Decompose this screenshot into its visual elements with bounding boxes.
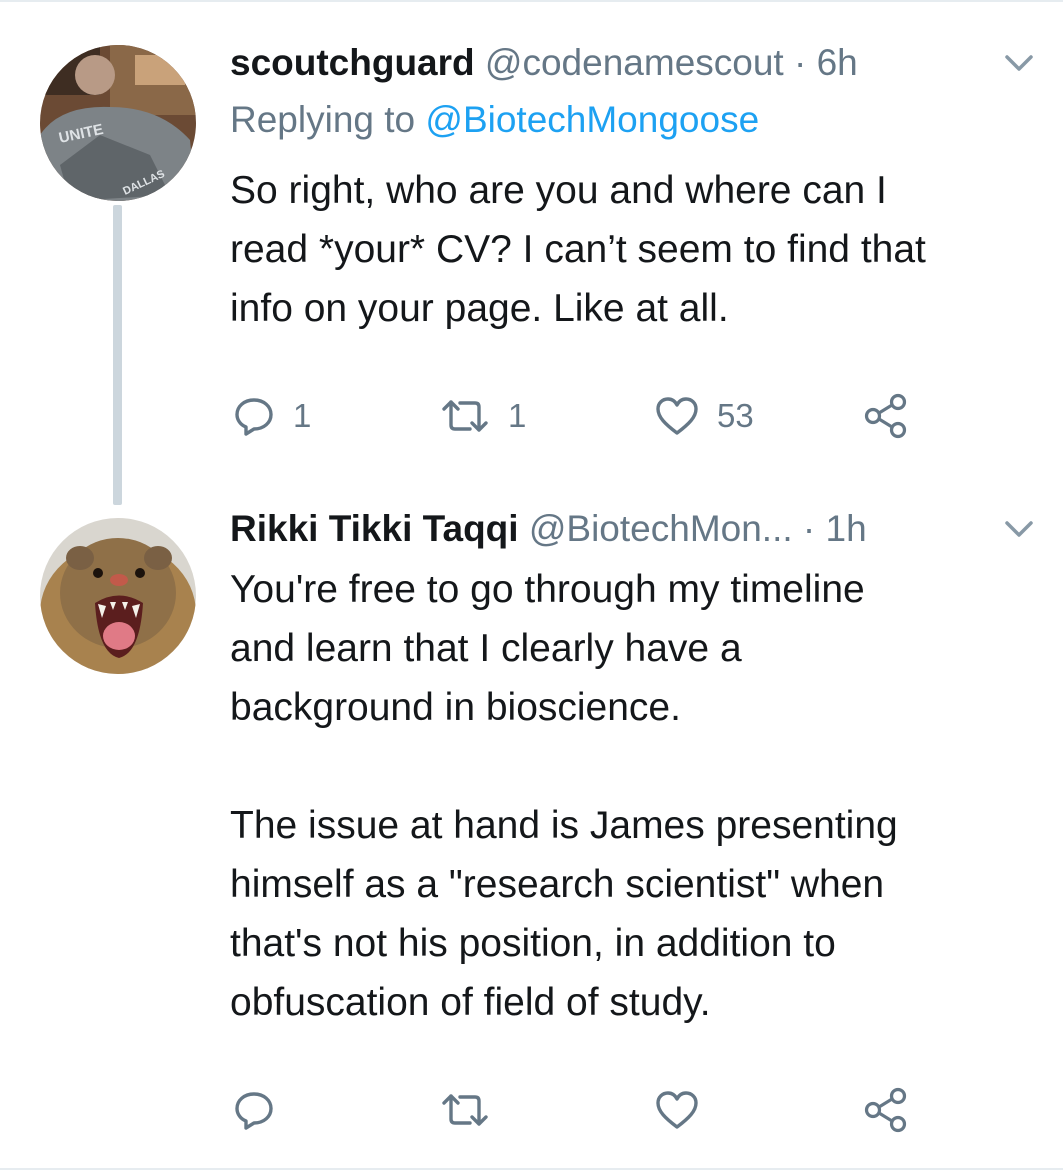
reply-count: 1 (293, 397, 312, 434)
thread-line (113, 205, 122, 505)
like-icon (655, 1089, 699, 1131)
share-icon (863, 1087, 909, 1133)
share-icon (863, 393, 909, 439)
share-button[interactable] (863, 1085, 909, 1135)
like-count: 53 (717, 397, 754, 434)
like-button[interactable]: 53 (655, 391, 754, 441)
reply-icon (233, 1089, 275, 1131)
handle[interactable]: @codenamescout (485, 42, 784, 83)
tweet-actions (230, 1085, 1030, 1135)
separator: · (802, 508, 816, 549)
separator: · (794, 42, 807, 83)
retweet-button[interactable]: 1 (440, 391, 526, 441)
retweet-icon (440, 395, 490, 437)
bottom-divider (0, 1168, 1063, 1170)
like-icon (655, 395, 699, 437)
replying-to: Replying to @BiotechMongoose (230, 95, 759, 145)
tweet-header: scoutchguard @codenamescout · 6h (230, 38, 1030, 88)
chevron-down-icon[interactable] (1002, 514, 1036, 544)
avatar[interactable] (40, 518, 196, 674)
tweet-1[interactable]: UNITE DALLAS scoutchguard @codenamescout… (0, 0, 1063, 505)
display-name[interactable]: scoutchguard (230, 42, 475, 83)
like-button[interactable] (655, 1085, 699, 1135)
tweet-text: You're free to go through my timeline an… (230, 568, 898, 1024)
display-name[interactable]: Rikki Tikki Taqqi (230, 508, 519, 549)
timestamp[interactable]: 6h (817, 42, 858, 83)
tweet-actions: 1 1 53 (230, 391, 1030, 441)
replying-to-prefix: Replying to (230, 99, 416, 140)
retweet-count: 1 (508, 397, 527, 434)
retweet-icon (440, 1089, 490, 1131)
share-button[interactable] (863, 391, 909, 441)
reply-button[interactable] (233, 1085, 275, 1135)
reply-icon (233, 395, 275, 437)
retweet-button[interactable] (440, 1085, 490, 1135)
reply-button[interactable]: 1 (233, 391, 311, 441)
chevron-down-icon[interactable] (1002, 48, 1036, 78)
avatar[interactable]: UNITE DALLAS (40, 45, 196, 201)
handle[interactable]: @BiotechMon... (529, 508, 793, 549)
tweet-header: Rikki Tikki Taqqi @BiotechMon... · 1h (230, 504, 1030, 554)
tweet-text: So right, who are you and where can I re… (230, 169, 926, 330)
replying-to-mention[interactable]: @BiotechMongoose (425, 99, 759, 140)
tweet-2[interactable]: Rikki Tikki Taqqi @BiotechMon... · 1h Yo… (0, 500, 1063, 1168)
timestamp[interactable]: 1h (826, 508, 867, 549)
